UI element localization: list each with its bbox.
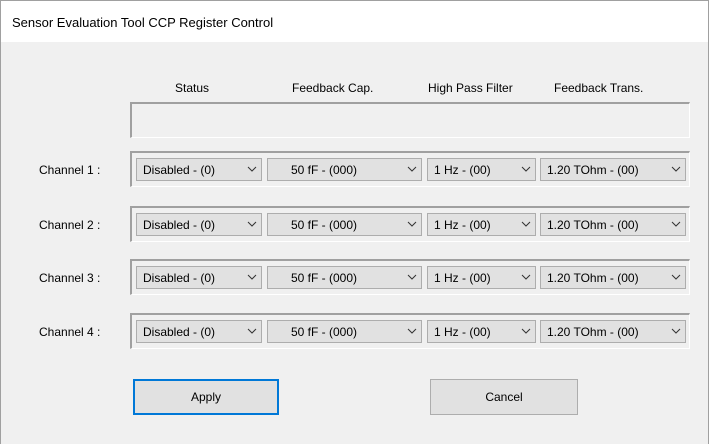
channel-label: Channel 3 : [39,271,101,285]
high-pass-filter-dropdown[interactable]: 1 Hz - (00) [427,266,536,289]
chevron-down-icon [407,221,417,227]
header-status: Status [175,81,210,95]
chevron-down-icon [247,328,257,334]
status-value: Disabled - (0) [143,271,216,285]
status-value: Disabled - (0) [143,325,216,339]
feedback-cap-value: 50 fF - (000) [291,325,358,339]
chevron-down-icon [247,274,257,280]
chevron-down-icon [407,166,417,172]
chevron-down-icon [671,328,681,334]
apply-button[interactable]: Apply [133,379,279,415]
header-high-pass-filter: High Pass Filter [428,81,513,95]
status-dropdown[interactable]: Disabled - (0) [136,320,262,343]
feedback-trans-dropdown[interactable]: 1.20 TOhm - (00) [540,158,686,181]
feedback-trans-dropdown[interactable]: 1.20 TOhm - (00) [540,266,686,289]
high-pass-filter-dropdown[interactable]: 1 Hz - (00) [427,213,536,236]
feedback-trans-value: 1.20 TOhm - (00) [547,163,639,177]
feedback-cap-dropdown[interactable]: 50 fF - (000) [267,320,422,343]
chevron-down-icon [521,166,531,172]
high-pass-filter-value: 1 Hz - (00) [434,218,491,232]
window-title: Sensor Evaluation Tool CCP Register Cont… [12,15,274,30]
feedback-trans-dropdown[interactable]: 1.20 TOhm - (00) [540,213,686,236]
channel-label: Channel 1 : [39,163,101,177]
chevron-down-icon [521,221,531,227]
feedback-cap-value: 50 fF - (000) [291,163,358,177]
status-value: Disabled - (0) [143,163,216,177]
feedback-cap-value: 50 fF - (000) [291,271,358,285]
header-feedback-trans: Feedback Trans. [554,81,644,95]
high-pass-filter-dropdown[interactable]: 1 Hz - (00) [427,320,536,343]
chevron-down-icon [671,221,681,227]
header-feedback-cap: Feedback Cap. [292,81,374,95]
cancel-button[interactable]: Cancel [430,379,578,415]
high-pass-filter-dropdown[interactable]: 1 Hz - (00) [427,158,536,181]
chevron-down-icon [247,221,257,227]
chevron-down-icon [407,274,417,280]
channel-label: Channel 4 : [39,325,101,339]
chevron-down-icon [671,166,681,172]
status-dropdown[interactable]: Disabled - (0) [136,213,262,236]
title-bar[interactable]: Sensor Evaluation Tool CCP Register Cont… [1,1,708,42]
chevron-down-icon [671,274,681,280]
high-pass-filter-value: 1 Hz - (00) [434,325,491,339]
feedback-trans-dropdown[interactable]: 1.20 TOhm - (00) [540,320,686,343]
channel-row-4: Channel 4 : Disabled - (0) 50 fF - (000)… [1,313,708,349]
feedback-trans-value: 1.20 TOhm - (00) [547,218,639,232]
high-pass-filter-value: 1 Hz - (00) [434,271,491,285]
chevron-down-icon [247,166,257,172]
channel-label: Channel 2 : [39,218,101,232]
status-dropdown[interactable]: Disabled - (0) [136,266,262,289]
feedback-cap-dropdown[interactable]: 50 fF - (000) [267,266,422,289]
channel-row-3: Channel 3 : Disabled - (0) 50 fF - (000)… [1,259,708,295]
feedback-trans-value: 1.20 TOhm - (00) [547,271,639,285]
header-group-box [130,102,690,138]
chevron-down-icon [521,274,531,280]
feedback-cap-dropdown[interactable]: 50 fF - (000) [267,158,422,181]
chevron-down-icon [521,328,531,334]
feedback-cap-dropdown[interactable]: 50 fF - (000) [267,213,422,236]
feedback-trans-value: 1.20 TOhm - (00) [547,325,639,339]
dialog-window: Sensor Evaluation Tool CCP Register Cont… [0,0,709,444]
feedback-cap-value: 50 fF - (000) [291,218,358,232]
high-pass-filter-value: 1 Hz - (00) [434,163,491,177]
status-dropdown[interactable]: Disabled - (0) [136,158,262,181]
status-value: Disabled - (0) [143,218,216,232]
channel-row-1: Channel 1 : Disabled - (0) 50 fF - (000)… [1,151,708,187]
chevron-down-icon [407,328,417,334]
channel-row-2: Channel 2 : Disabled - (0) 50 fF - (000)… [1,206,708,242]
